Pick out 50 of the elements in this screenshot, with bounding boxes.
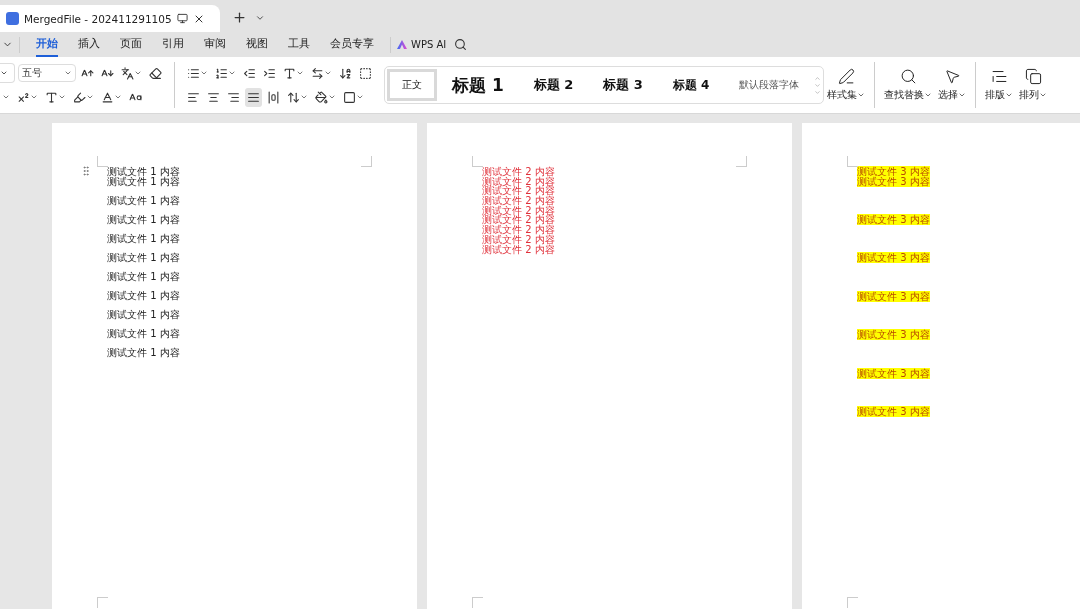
paragraph-text: 测试文件 3 内容 — [857, 405, 930, 417]
ribbon-button[interactable]: 排版 — [982, 68, 1016, 102]
paragraph-text: 测试文件 1 内容 — [107, 270, 180, 282]
paragraph-text: 测试文件 1 内容 — [107, 194, 180, 206]
paragraph-text: 测试文件 2 内容 — [482, 233, 555, 245]
paragraph-text: 测试文件 2 内容 — [482, 195, 555, 207]
paragraph-text: 测试文件 3 内容 — [857, 367, 930, 379]
menu-tab[interactable]: 插入 — [78, 32, 100, 57]
menu-tab[interactable]: 工具 — [288, 32, 310, 57]
paragraph-text: 测试文件 2 内容 — [482, 166, 555, 177]
paragraph-text: 测试文件 1 内容 — [107, 232, 180, 244]
ribbon-button[interactable]: 查找替换 — [881, 68, 935, 102]
paragraph-text: 测试文件 1 内容 — [107, 327, 180, 339]
font-size-field[interactable]: 五号 — [18, 64, 76, 82]
style-item[interactable]: 标题 1 — [437, 69, 519, 101]
paragraph-text: 测试文件 2 内容 — [482, 243, 555, 255]
paragraph-text: 测试文件 3 内容 — [857, 214, 930, 226]
style-item[interactable]: 默认段落字体 — [724, 69, 815, 101]
paragraph-text: 测试文件 1 内容 — [107, 308, 180, 320]
paragraph-text: 测试文件 1 内容 — [107, 175, 180, 187]
style-item[interactable]: 标题 2 — [518, 69, 589, 101]
paragraph-text: 测试文件 3 内容 — [857, 290, 930, 302]
paragraph-text: 测试文件 1 内容 — [107, 346, 180, 358]
ai-button[interactable]: WPS AI — [397, 39, 447, 50]
paragraph-text: 测试文件 2 内容 — [482, 204, 555, 216]
ribbon-button[interactable]: 排列 — [1016, 68, 1050, 102]
paragraph-text: 测试文件 1 内容 — [107, 166, 180, 177]
paragraph-text: 测试文件 2 内容 — [482, 185, 555, 197]
paragraph-text: 测试文件 2 内容 — [482, 214, 555, 226]
ribbon-button[interactable]: 样式集 — [824, 68, 868, 102]
paragraph-text: 测试文件 1 内容 — [107, 251, 180, 263]
menu-tab[interactable]: 审阅 — [204, 32, 226, 57]
style-item[interactable]: 标题 3 — [588, 69, 658, 101]
ai-label: WPS AI — [411, 39, 447, 50]
document-tab[interactable]: MergedFile - 202411291105 — [0, 5, 220, 32]
paragraph-text: 测试文件 1 内容 — [107, 213, 180, 225]
paragraph-text: 测试文件 2 内容 — [482, 175, 555, 187]
menu-tab[interactable]: 会员专享 — [330, 32, 374, 57]
tab-title: MergedFile - 202411291105 — [24, 12, 172, 25]
paragraph-text: 测试文件 2 内容 — [482, 224, 555, 236]
paragraph-text: 测试文件 3 内容 — [857, 252, 930, 264]
menu-tab[interactable]: 页面 — [120, 32, 142, 57]
ribbon-button[interactable]: 选择 — [935, 68, 969, 102]
paragraph-text: 测试文件 1 内容 — [107, 289, 180, 301]
style-item[interactable]: 标题 4 — [657, 69, 725, 101]
menu-tab[interactable]: 引用 — [162, 32, 184, 57]
style-item[interactable]: 正文 — [387, 69, 437, 101]
paragraph-text: 测试文件 3 内容 — [857, 329, 930, 341]
menu-tab[interactable]: 视图 — [246, 32, 268, 57]
paragraph-text: 测试文件 3 内容 — [857, 175, 930, 187]
